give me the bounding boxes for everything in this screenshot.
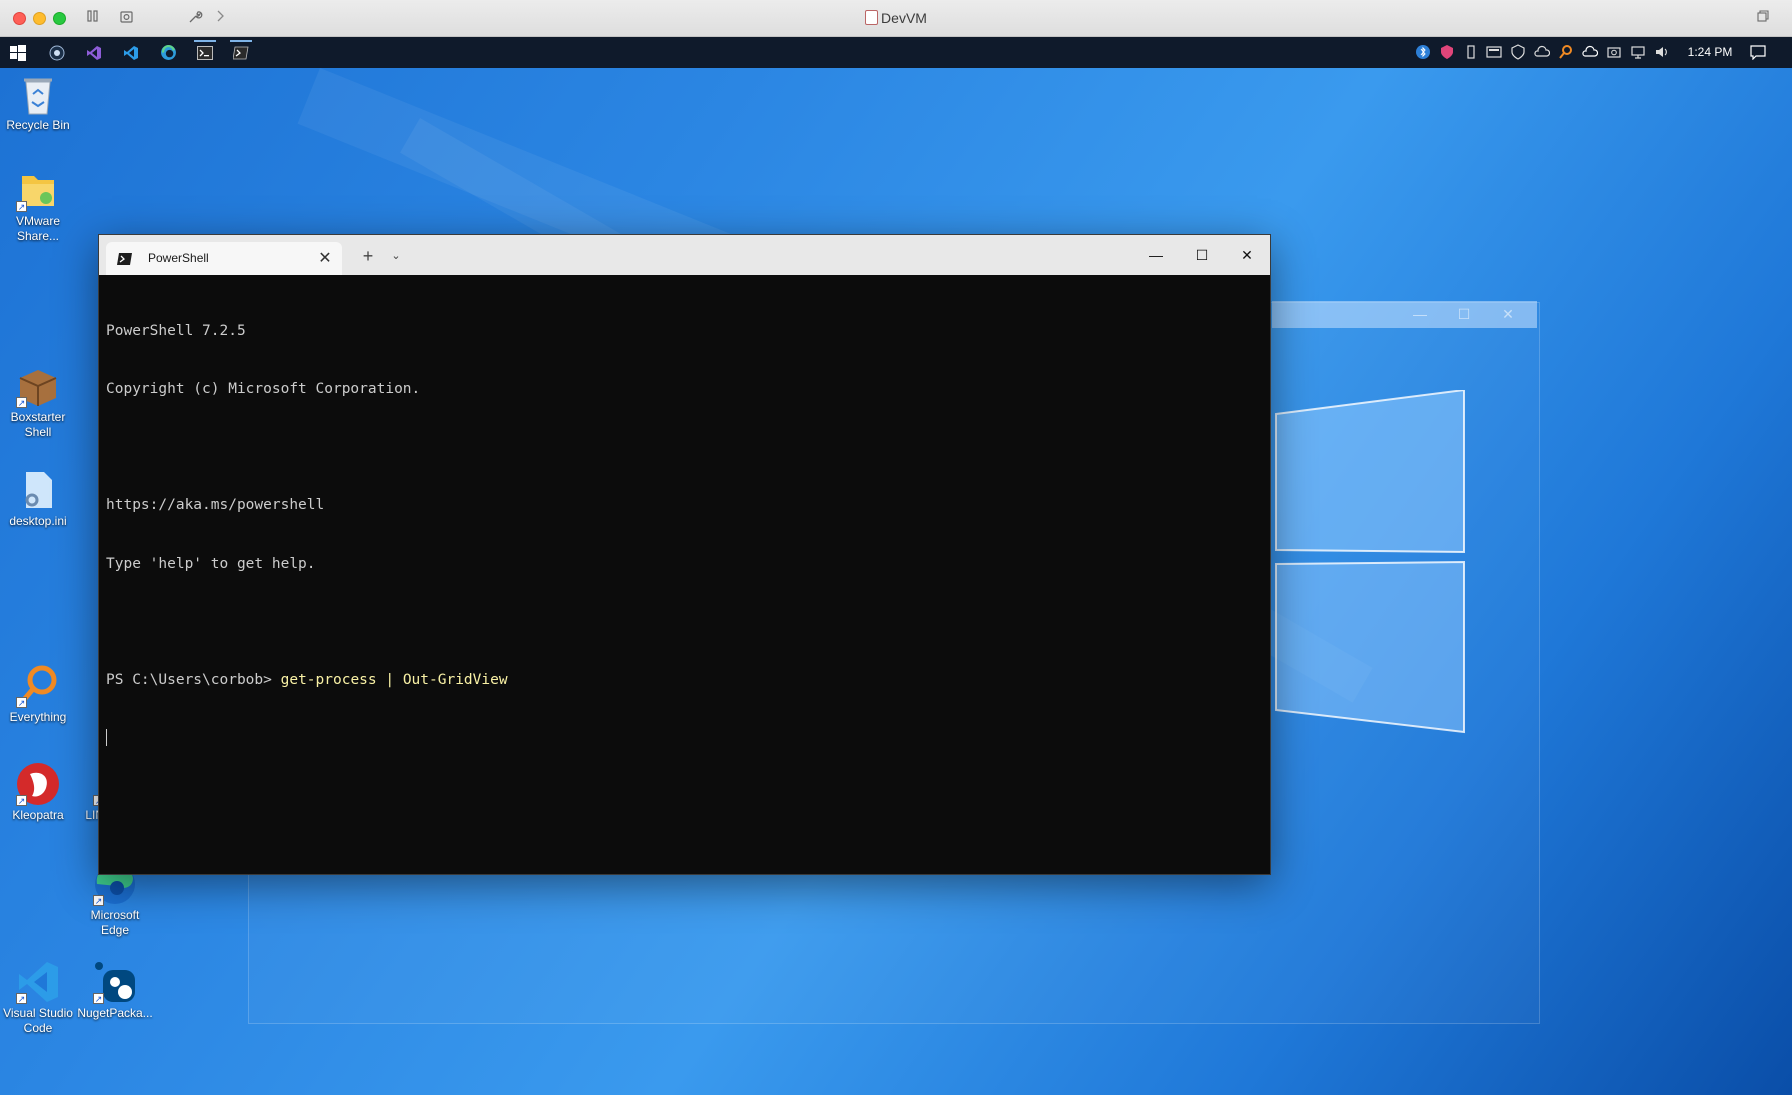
windows-taskbar: 1:24 PM	[0, 37, 1792, 68]
ghost-minimize-button[interactable]: —	[1398, 301, 1442, 328]
shortcut-arrow-icon: ↗	[93, 895, 104, 906]
desktop-icon-everything[interactable]: ↗ Everything	[0, 664, 76, 725]
shortcut-arrow-icon: ↗	[16, 795, 27, 806]
edge-label: Microsoft Edge	[90, 908, 140, 937]
desktop: — ☐ ✕ Recycle Bin ↗ VMware Share... ↗ Bo…	[0, 68, 1792, 1095]
text-cursor	[106, 729, 107, 747]
desktop-icon-kleopatra[interactable]: ↗ Kleopatra	[0, 762, 76, 823]
vscode-icon[interactable]	[116, 40, 146, 65]
desktop-ini-label: desktop.ini	[9, 514, 67, 528]
usb-tray-icon[interactable]	[1463, 44, 1479, 60]
vm-title-text: DevVM	[881, 10, 927, 26]
terminal-output[interactable]: PowerShell 7.2.5 Copyright (c) Microsoft…	[106, 283, 1256, 787]
bluetooth-tray-icon[interactable]	[1415, 44, 1431, 60]
new-tab-button[interactable]: +	[357, 246, 379, 266]
command-text: get-process | Out-GridView	[280, 672, 508, 689]
tab-title: PowerShell	[148, 251, 209, 265]
taskbar-clock[interactable]: 1:24 PM	[1680, 37, 1740, 68]
shortcut-arrow-icon: ↗	[16, 201, 27, 212]
close-button[interactable]: ✕	[1224, 235, 1270, 275]
prompt-line: PS C:\Users\corbob> get-process | Out-Gr…	[106, 671, 1256, 690]
vm-host-titlebar: DevVM	[0, 0, 1792, 37]
close-window-button[interactable]	[13, 12, 26, 25]
tab-close-button[interactable]: ✕	[316, 250, 334, 268]
everything-label: Everything	[9, 710, 67, 724]
recycle-bin-label: Recycle Bin	[6, 118, 70, 132]
desktop-icon-desktop-ini[interactable]: desktop.ini	[0, 468, 76, 529]
vm-title: DevVM	[0, 0, 1792, 37]
tab-dropdown-button[interactable]: ⌄	[387, 246, 405, 266]
output-line: Type 'help' to get help.	[106, 555, 316, 572]
network-tray-icon[interactable]	[1630, 44, 1646, 60]
boxstarter-label: Boxstarter Shell	[10, 410, 66, 439]
desktop-icon-vmware-share[interactable]: ↗ VMware Share...	[0, 168, 76, 244]
powershell-icon[interactable]	[226, 40, 256, 65]
desktop-icon-boxstarter[interactable]: ↗ Boxstarter Shell	[0, 364, 76, 440]
output-line: PowerShell 7.2.5	[106, 322, 246, 339]
chevron-right-icon[interactable]	[211, 9, 229, 27]
shortcut-arrow-icon: ↗	[93, 993, 104, 1004]
powershell-icon	[117, 253, 132, 265]
desktop-icon-recycle-bin[interactable]: Recycle Bin	[0, 72, 76, 133]
output-line: https://aka.ms/powershell	[106, 497, 325, 514]
shield-tray-icon[interactable]	[1439, 44, 1455, 60]
shortcut-arrow-icon: ↗	[16, 397, 27, 408]
pause-icon[interactable]	[84, 9, 102, 27]
restore-window-icon[interactable]	[1754, 9, 1772, 27]
vmware-share-label: VMware Share...	[15, 214, 60, 243]
minimize-window-button[interactable]	[33, 12, 46, 25]
shortcut-arrow-icon: ↗	[16, 993, 27, 1004]
everything-tray-icon[interactable]	[1558, 44, 1574, 60]
zoom-window-button[interactable]	[53, 12, 66, 25]
vm-icon	[865, 10, 879, 25]
terminal-titlebar[interactable]: PowerShell ✕ + ⌄ — ☐ ✕	[99, 235, 1270, 275]
ghost-close-button[interactable]: ✕	[1486, 301, 1530, 328]
onedrive-tray-icon[interactable]	[1582, 44, 1598, 60]
defender-tray-icon[interactable]	[1510, 44, 1526, 60]
camera-tray-icon[interactable]	[1606, 44, 1622, 60]
shortcut-arrow-icon: ↗	[16, 697, 27, 708]
volume-tray-icon[interactable]	[1654, 44, 1670, 60]
nuget-label: NugetPacka...	[77, 1006, 153, 1020]
cursor-line	[106, 729, 1256, 748]
wrench-icon[interactable]	[186, 9, 204, 27]
app-eye-icon[interactable]	[42, 40, 72, 65]
snapshot-icon[interactable]	[118, 9, 136, 27]
out-gridview-titlebar: — ☐ ✕	[1272, 301, 1537, 328]
windows-start-icon[interactable]	[3, 40, 33, 65]
settings-file-icon	[25, 472, 52, 508]
terminal-icon[interactable]	[190, 40, 220, 65]
desktop-icon-nuget[interactable]: ↗ NugetPacka...	[77, 960, 153, 1021]
terminal-window[interactable]: PowerShell ✕ + ⌄ — ☐ ✕ PowerShell 7.2.5 …	[98, 234, 1271, 875]
cloud-tray-icon[interactable]	[1534, 44, 1550, 60]
desktop-icon-vscode[interactable]: ↗ Visual Studio Code	[0, 960, 76, 1036]
ghost-maximize-button[interactable]: ☐	[1442, 301, 1486, 328]
output-line: Copyright (c) Microsoft Corporation.	[106, 381, 421, 398]
vscode-label: Visual Studio Code	[3, 1006, 73, 1035]
keyboard-tray-icon[interactable]	[1486, 44, 1502, 60]
tab-powershell[interactable]: PowerShell ✕	[106, 242, 342, 275]
output-line-blank	[106, 438, 1256, 457]
visual-studio-icon[interactable]	[79, 40, 109, 65]
edge-icon[interactable]	[153, 40, 183, 65]
maximize-button[interactable]: ☐	[1179, 235, 1225, 275]
output-line-blank	[106, 613, 1256, 632]
recycle-bin-icon	[24, 78, 52, 115]
kleopatra-label: Kleopatra	[12, 808, 64, 822]
prompt: PS C:\Users\corbob>	[106, 672, 281, 689]
notification-icon[interactable]	[1750, 44, 1766, 60]
minimize-button[interactable]: —	[1133, 235, 1179, 275]
